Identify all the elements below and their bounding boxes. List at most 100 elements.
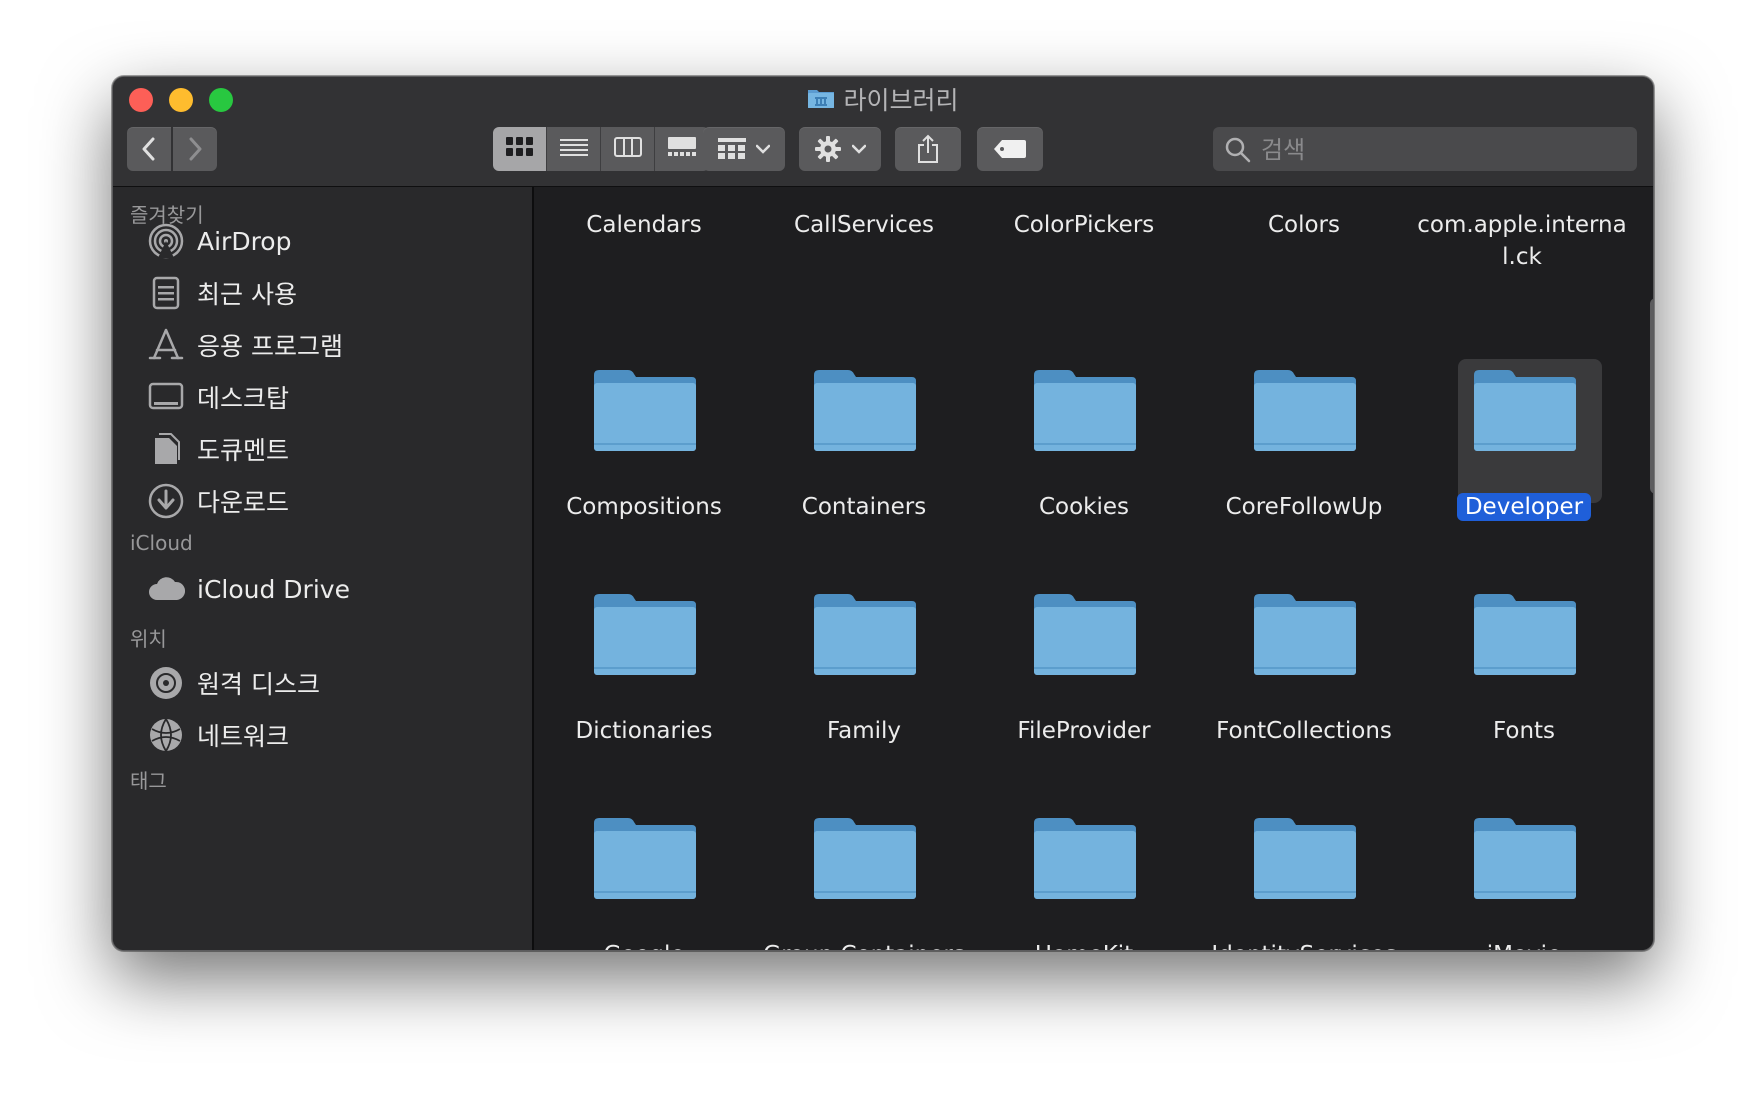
folder-label: Google: [534, 939, 754, 950]
folder-item[interactable]: HomeKit: [974, 815, 1194, 950]
applications-icon: [147, 326, 185, 364]
folder-item[interactable]: Google: [534, 815, 754, 950]
share-button[interactable]: [895, 127, 961, 171]
folder-item[interactable]: Dictionaries: [534, 591, 754, 791]
file-label[interactable]: CallServices: [754, 209, 974, 241]
folder-icon: [1032, 591, 1138, 681]
folder-label: Developer: [1414, 491, 1634, 523]
sidebar-item-icloud-drive[interactable]: iCloud Drive: [147, 567, 350, 611]
titlebar: 라이브러리: [113, 77, 1653, 187]
airdrop-icon: [147, 222, 185, 260]
folder-label: Fonts: [1414, 715, 1634, 747]
folder-label-text: Cookies: [1038, 494, 1130, 520]
folder-item[interactable]: Containers: [754, 367, 974, 567]
sidebar: 즐겨찾기 AirDrop 최근 사용 응용 프로그램 데스크탑 도큐멘트 다운로…: [113, 187, 534, 950]
sidebar-item-recents[interactable]: 최근 사용: [147, 271, 297, 315]
folder-item[interactable]: Family: [754, 591, 974, 791]
sidebar-item-label: 최근 사용: [197, 280, 297, 309]
sidebar-item-downloads[interactable]: 다운로드: [147, 479, 289, 523]
group-by-button[interactable]: [703, 127, 785, 171]
sidebar-item-label: iCloud Drive: [197, 574, 350, 604]
folder-label: Cookies: [974, 491, 1194, 523]
folder-label-text: Fonts: [1492, 718, 1556, 744]
action-menu-button[interactable]: [799, 127, 881, 171]
sidebar-item-label: AirDrop: [197, 226, 292, 256]
folder-icon: [812, 367, 918, 457]
folder-label: Dictionaries: [534, 715, 754, 747]
vertical-scrollbar[interactable]: [1650, 298, 1653, 494]
folder-label-text: Family: [826, 718, 901, 744]
file-label[interactable]: Colors: [1194, 209, 1414, 241]
folder-label-text: Dictionaries: [575, 718, 713, 744]
gallery-view-button[interactable]: [655, 127, 709, 171]
sidebar-item-desktop[interactable]: 데스크탑: [147, 375, 289, 419]
folder-item[interactable]: Group Containers: [754, 815, 974, 950]
sidebar-item-remote-disc[interactable]: 원격 디스크: [147, 661, 320, 705]
sidebar-item-airdrop[interactable]: AirDrop: [147, 219, 291, 263]
folder-label: HomeKit: [974, 939, 1194, 950]
window-title-text: 라이브러리: [843, 86, 959, 115]
folder-item[interactable]: FileProvider: [974, 591, 1194, 791]
folder-item[interactable]: Fonts: [1414, 591, 1634, 791]
folder-icon: [592, 591, 698, 681]
chevron-down-icon: [852, 144, 866, 154]
chevron-down-icon: [756, 144, 770, 154]
disc-icon: [147, 664, 185, 702]
folder-label-text: Containers: [801, 494, 927, 520]
back-button[interactable]: [127, 127, 171, 171]
search-icon: [1225, 137, 1251, 167]
chevron-left-icon: [141, 137, 157, 161]
folder-label: Family: [754, 715, 974, 747]
folder-item[interactable]: Compositions: [534, 367, 754, 567]
folder-label-text: Google: [603, 942, 684, 950]
search-input[interactable]: [1259, 127, 1623, 173]
tag-button[interactable]: [977, 127, 1043, 171]
chevron-right-icon: [187, 137, 203, 161]
folder-icon: [1252, 815, 1358, 905]
sidebar-item-documents[interactable]: 도큐멘트: [147, 427, 289, 471]
folder-label-text: CoreFollowUp: [1225, 494, 1383, 520]
folder-icon: [1032, 367, 1138, 457]
folder-item[interactable]: Cookies: [974, 367, 1194, 567]
folder-label-text: FileProvider: [1017, 718, 1151, 744]
window-title: 라이브러리: [113, 83, 1653, 118]
folder-icon: [812, 591, 918, 681]
search-field: [1213, 127, 1637, 173]
list-view-button[interactable]: [547, 127, 601, 171]
folder-label: IdentityServices: [1194, 939, 1414, 950]
folder-label-text: iMovie: [1487, 942, 1561, 950]
view-mode-control: [493, 127, 709, 171]
folder-icon: [1472, 815, 1578, 905]
file-label[interactable]: com.apple.interna l.ck: [1414, 209, 1630, 273]
sidebar-section-locations: 위치: [130, 627, 167, 651]
file-label[interactable]: Calendars: [534, 209, 754, 241]
tag-icon: [993, 139, 1027, 159]
documents-icon: [147, 430, 185, 468]
icon-view-button[interactable]: [493, 127, 547, 171]
sidebar-item-label: 원격 디스크: [197, 670, 320, 699]
folder-label: CoreFollowUp: [1194, 491, 1414, 523]
folder-item[interactable]: Developer: [1414, 367, 1634, 567]
folder-icon: [1472, 591, 1578, 681]
folder-icon: [592, 367, 698, 457]
sidebar-item-label: 네트워크: [197, 722, 290, 751]
sidebar-item-applications[interactable]: 응용 프로그램: [147, 323, 343, 367]
folder-item[interactable]: CoreFollowUp: [1194, 367, 1414, 567]
column-view-button[interactable]: [601, 127, 655, 171]
folder-item[interactable]: IdentityServices: [1194, 815, 1414, 950]
folder-icon: [812, 815, 918, 905]
folder-label: Containers: [754, 491, 974, 523]
folder-label-text: Group Containers: [763, 942, 965, 950]
folder-label-text: FontCollections: [1216, 718, 1392, 744]
sidebar-item-network[interactable]: 네트워크: [147, 713, 289, 757]
forward-button[interactable]: [173, 127, 217, 171]
folder-label: FileProvider: [974, 715, 1194, 747]
sidebar-section-icloud: iCloud: [130, 531, 193, 555]
folder-icon: [1032, 815, 1138, 905]
folder-label: iMovie: [1414, 939, 1634, 950]
gear-icon: [814, 135, 842, 163]
folder-item[interactable]: FontCollections: [1194, 591, 1414, 791]
downloads-icon: [147, 482, 185, 520]
file-label[interactable]: ColorPickers: [974, 209, 1194, 241]
folder-item[interactable]: iMovie: [1414, 815, 1634, 950]
